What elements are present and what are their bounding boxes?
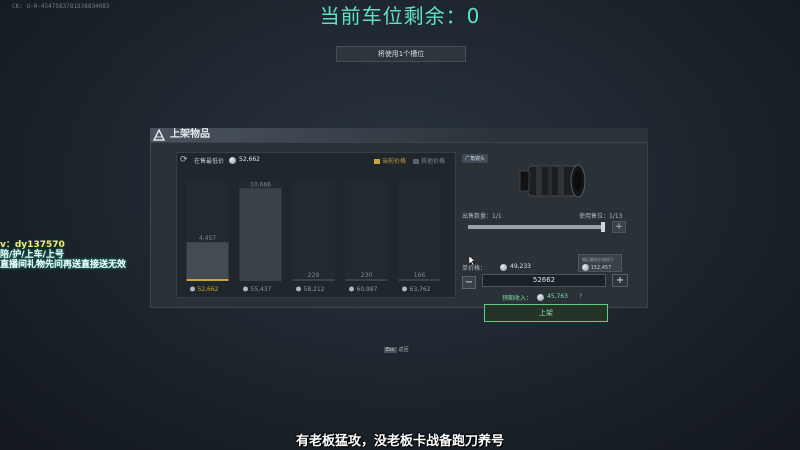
- overlay-services: 陪/护/上车/上号: [0, 250, 64, 260]
- coin-icon: [229, 157, 236, 164]
- overlay-contact: v：dy137570: [0, 240, 65, 250]
- chart-bar[interactable]: [239, 188, 282, 281]
- coin-icon: [296, 286, 301, 292]
- expected-income-value: 45,763: [547, 293, 568, 300]
- bar-price-label: 52,662: [198, 286, 219, 293]
- coin-icon: [190, 286, 195, 292]
- bar-price-label: 60,987: [357, 286, 378, 293]
- coin-icon: [349, 286, 354, 292]
- coin-icon: [500, 264, 507, 271]
- overlay-gift-note: 直播间礼物先问再送直接送无效: [0, 260, 127, 270]
- legend-gray-swatch: [413, 159, 419, 164]
- chart-svg: 4,457 52,662 10,666 55,437 229 58,212 230 60,98…: [186, 181, 441, 293]
- legend-current-price: 当前价格: [374, 156, 406, 165]
- quantity-slider-fill: [468, 225, 604, 229]
- chart-bar[interactable]: [292, 279, 335, 281]
- bar-background: [345, 181, 388, 281]
- refresh-icon[interactable]: ⟳: [180, 155, 190, 165]
- back-hint[interactable]: Esc 返回: [384, 346, 409, 353]
- bar-background: [292, 181, 335, 281]
- coin-icon: [537, 294, 544, 301]
- lowest-price-value: 52,662: [239, 156, 260, 163]
- coin-icon: [243, 286, 248, 292]
- bar-price-label: 55,437: [251, 286, 272, 293]
- chart-bar[interactable]: [398, 279, 441, 281]
- expected-income-label: 预期收入：: [502, 295, 533, 302]
- remaining-slots-title: 当前车位剩余：0: [319, 4, 481, 28]
- legend-current-label: 当前价格: [382, 158, 407, 165]
- camera-lens-icon: [519, 164, 586, 198]
- price-input[interactable]: 52662: [482, 274, 606, 287]
- price-plus-button[interactable]: +: [612, 274, 628, 287]
- esc-key: Esc: [384, 347, 397, 353]
- legend-other-price: 其他价格: [413, 156, 445, 165]
- selected-bar-underline: [186, 279, 229, 281]
- stream-overlay: v：dy137570 陪/护/上车/上号 直播间礼物先问再送直接送无效: [0, 240, 126, 270]
- list-for-sale-button[interactable]: 上架: [484, 304, 608, 322]
- bar-value-label: 4,457: [199, 235, 216, 242]
- help-icon[interactable]: ?: [579, 293, 582, 300]
- back-label: 返回: [398, 347, 409, 353]
- tooltip-value: 152,457: [582, 264, 611, 271]
- bar-price-label: 58,212: [304, 286, 325, 293]
- price-tooltip: 税后最低价格低于 152,457: [578, 254, 622, 272]
- stream-subtitle: 有老板猛攻，没老板卡战备跑刀养号: [295, 434, 504, 449]
- coin-icon: [402, 286, 407, 292]
- tooltip-value-text: 152,457: [590, 265, 612, 271]
- bar-value-label: 10,666: [250, 181, 271, 188]
- price-minus-button[interactable]: −: [462, 276, 476, 289]
- use-slot-button[interactable]: 将使用1个槽位: [336, 46, 466, 62]
- slots-used-label: 使用售位：1/13: [579, 213, 623, 220]
- chart-bar[interactable]: [345, 279, 388, 281]
- legend-gold-swatch: [374, 159, 380, 164]
- price-distribution-chart: 4,457 52,662 10,666 55,437 229 58,212 230 60,98…: [176, 152, 456, 298]
- quantity-slider-handle[interactable]: [601, 222, 605, 232]
- item-tag: 广角镜头: [462, 154, 489, 163]
- item-details: 广角镜头 出售数量：1/1 使用售位：1/13 + 税后最低价格低于 152,4…: [462, 152, 638, 322]
- unit-price-value: 49,233: [510, 263, 531, 270]
- panel-header: 上架物品: [150, 128, 648, 142]
- bar-value-label: 166: [414, 272, 426, 279]
- bar-price-label: 63,762: [410, 286, 431, 293]
- quantity-plus-button[interactable]: +: [612, 221, 626, 233]
- mouse-cursor-icon: [469, 256, 476, 266]
- list-item-panel: 上架物品 4,457 52,662 10,666 55,437 229 58,212 230…: [150, 128, 648, 322]
- bar-background: [398, 181, 441, 281]
- market-logo-icon: [153, 129, 165, 141]
- chart-header: ⟳ 在售最低价 52,662 当前价格 其他价格: [178, 154, 454, 168]
- panel-title: 上架物品: [170, 129, 210, 140]
- tooltip-caption: 税后最低价格低于: [582, 257, 614, 262]
- bar-value-label: 229: [308, 272, 320, 279]
- legend-other-label: 其他价格: [421, 158, 446, 165]
- bar-value-label: 230: [361, 272, 373, 279]
- coin-icon: [582, 264, 589, 271]
- chart-bar[interactable]: [186, 242, 229, 281]
- lowest-price-label: 在售最低价: [194, 158, 225, 165]
- sell-quantity-label: 出售数量：1/1: [462, 213, 502, 220]
